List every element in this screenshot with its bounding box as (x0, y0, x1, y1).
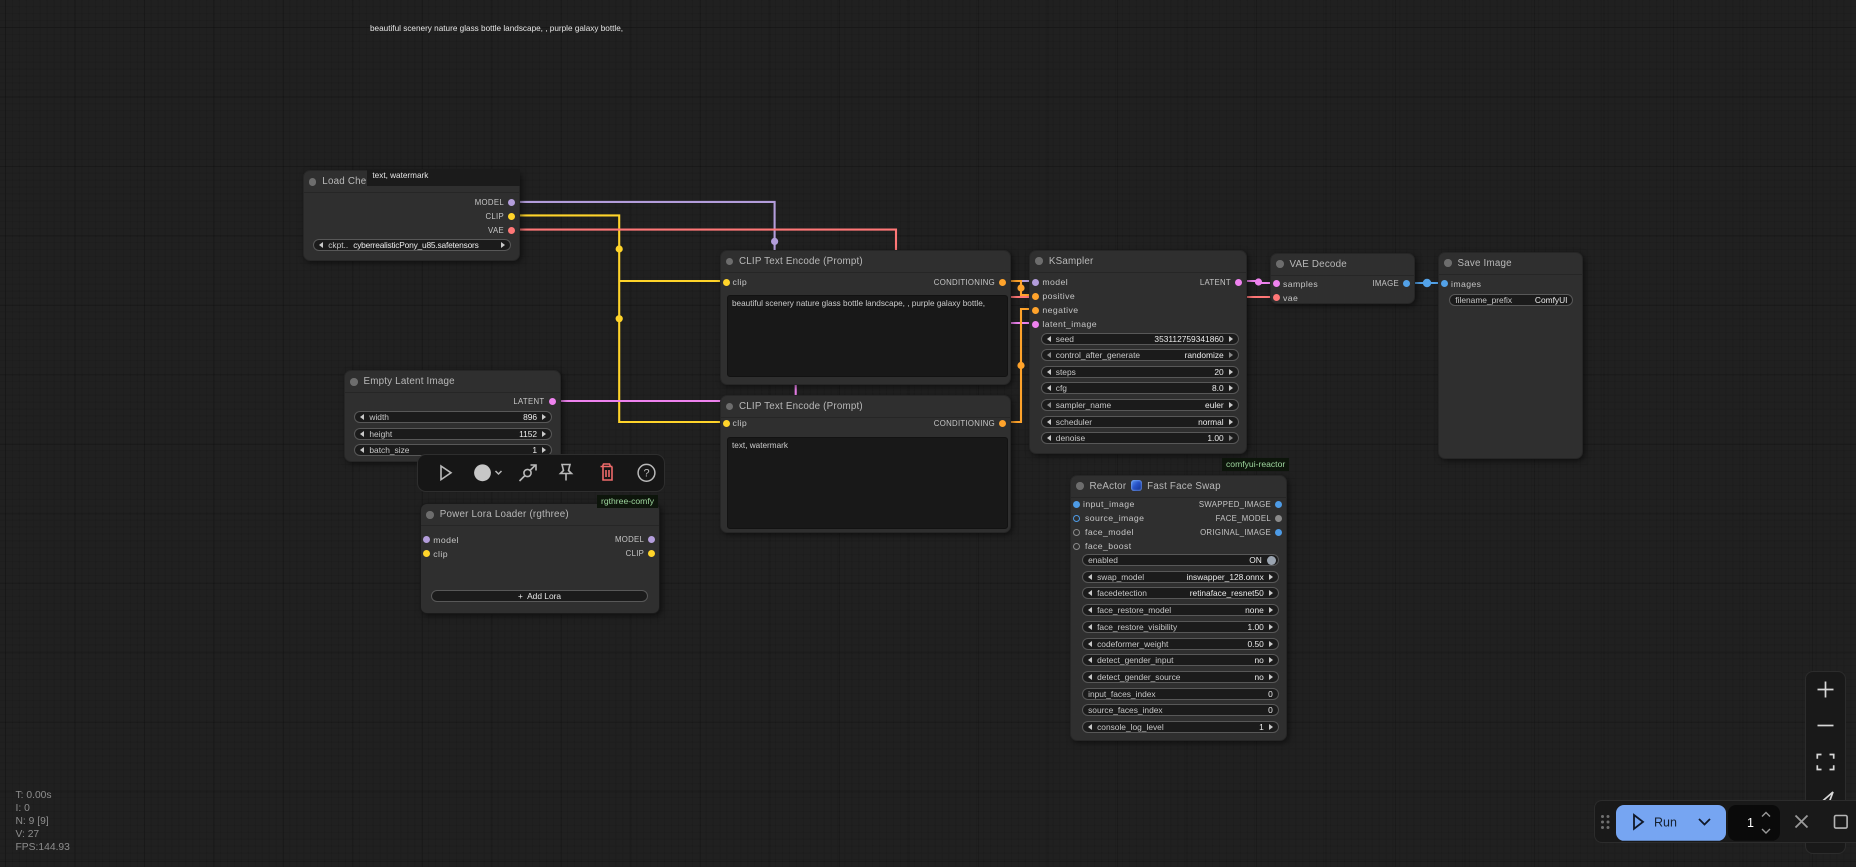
svg-text:?: ? (643, 468, 649, 480)
svg-text:Run: Run (1654, 816, 1677, 830)
svg-text:1: 1 (1747, 816, 1754, 830)
